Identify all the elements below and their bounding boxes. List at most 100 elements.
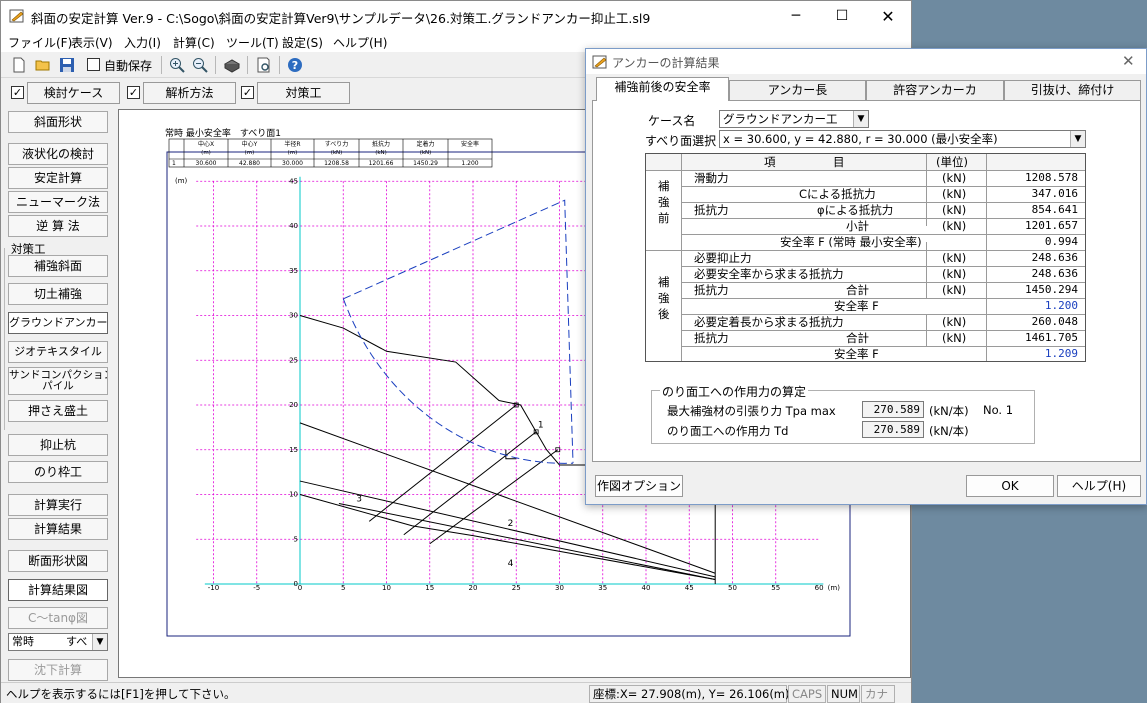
tpa-unit: (kN/本) xyxy=(929,404,969,418)
case-checkbox[interactable]: ✓ xyxy=(11,86,24,99)
case-name-select[interactable]: グラウンドアンカー工 ▼ xyxy=(719,110,869,128)
toolbar-divider xyxy=(279,56,280,74)
unit: (kN) xyxy=(942,315,967,329)
liquefaction-button[interactable]: 液状化の検討 xyxy=(8,143,108,165)
print-preview-icon[interactable] xyxy=(255,56,273,74)
counterweight-fill-button[interactable]: 押さえ盛土 xyxy=(8,400,108,422)
case-tab-button[interactable]: 検討ケース xyxy=(27,82,120,104)
run-calc-button[interactable]: 計算実行 xyxy=(8,494,108,516)
row-fs-before: 安全率 F (常時 最小安全率) xyxy=(780,235,922,249)
summary-table-header: 定着力 xyxy=(416,140,434,148)
countermeasure-tab-button[interactable]: 対策工 xyxy=(257,82,350,104)
x-tick-label: 15 xyxy=(425,584,434,592)
method-checkbox[interactable]: ✓ xyxy=(127,86,140,99)
x-tick-label: 40 xyxy=(642,584,651,592)
stability-calc-button[interactable]: 安定計算 xyxy=(8,167,108,189)
unit: (kN) xyxy=(942,187,967,201)
value-total: 1450.294 xyxy=(1025,283,1078,296)
tab-anchor-length[interactable]: アンカー長 xyxy=(729,80,866,100)
sand-compaction-pile-button[interactable]: サンドコンパクション パイル xyxy=(8,367,108,395)
menu-help[interactable]: ヘルプ(H) xyxy=(333,34,387,51)
tab-allowable-force[interactable]: 許容アンカーカ xyxy=(866,80,1004,100)
zoom-out-icon[interactable] xyxy=(191,56,209,74)
layer-label: 4 xyxy=(508,559,514,569)
chevron-down-icon: ▼ xyxy=(1070,131,1085,147)
method-tab-button[interactable]: 解析方法 xyxy=(143,82,236,104)
slope-frame-button[interactable]: のり枠工 xyxy=(8,461,108,483)
row-fs: 安全率 F xyxy=(834,299,879,313)
reinforced-slope-button[interactable]: 補強斜面 xyxy=(8,255,108,277)
dialog-titlebar[interactable]: アンカーの計算結果 ✕ xyxy=(586,49,1146,74)
close-button[interactable]: ✕ xyxy=(865,1,911,32)
x-tick-label: 25 xyxy=(512,584,521,592)
summary-table-cell: 1.200 xyxy=(461,160,478,167)
main-titlebar[interactable]: 斜面の安定計算 Ver.9 - C:\Sogo\斜面の安定計算Ver9\サンプル… xyxy=(1,1,911,32)
unit: (kN) xyxy=(942,267,967,281)
open-folder-icon[interactable] xyxy=(34,56,52,74)
y-tick-label: 25 xyxy=(289,356,298,364)
col-divider xyxy=(926,154,927,226)
ground-anchor-button[interactable]: グラウンドアンカー xyxy=(8,312,108,334)
slope-shape-button[interactable]: 斜面形状 xyxy=(8,111,108,133)
y-tick-label: 10 xyxy=(289,491,298,499)
case-name-label: ケース名 xyxy=(648,114,696,128)
menu-input[interactable]: 入力(I) xyxy=(124,34,161,51)
result-figure-button[interactable]: 計算結果図 xyxy=(8,579,108,601)
summary-table-unit: (kN) xyxy=(331,150,343,156)
minimize-button[interactable]: ─ xyxy=(773,1,819,32)
tab-pullout[interactable]: 引抜け、締付け xyxy=(1004,80,1141,100)
menu-tool[interactable]: ツール(T) xyxy=(226,34,279,51)
tpa-label: 最大補強材の引張り力 Tpa max xyxy=(667,404,836,418)
y-tick-label: 35 xyxy=(289,267,298,275)
cut-reinforce-button[interactable]: 切土補強 xyxy=(8,283,108,305)
autosave-checkbox[interactable] xyxy=(87,58,100,71)
save-icon[interactable] xyxy=(58,56,76,74)
row-resist-force: 抵抗力 xyxy=(694,283,729,297)
ok-button[interactable]: OK xyxy=(966,475,1054,497)
td-unit: (kN/本) xyxy=(929,424,969,438)
help-icon[interactable]: ? xyxy=(286,56,304,74)
status-help-text: ヘルプを表示するには[F1]を押して下さい。 xyxy=(6,687,236,701)
result-table: 項 目 (単位) 補 強 前 補 強 後 滑動力 (kN) 1208.578 C… xyxy=(645,153,1086,362)
menu-calc[interactable]: 計算(C) xyxy=(173,34,215,51)
menu-settings[interactable]: 設定(S) xyxy=(282,34,323,51)
help-button[interactable]: ヘルプ(H) xyxy=(1057,475,1141,497)
group-after-char: 補 xyxy=(658,275,670,289)
layer-label: 3 xyxy=(356,495,362,505)
newmark-button[interactable]: ニューマーク法 xyxy=(8,191,108,213)
maximize-button[interactable]: ☐ xyxy=(819,1,865,32)
new-file-icon[interactable] xyxy=(10,56,28,74)
print-icon[interactable] xyxy=(223,56,241,74)
section-figure-button[interactable]: 断面形状図 xyxy=(8,550,108,572)
toolbar-divider xyxy=(161,56,162,74)
x-tick-label: -5 xyxy=(253,584,260,592)
value-need-length: 260.048 xyxy=(1031,315,1078,328)
dialog-close-icon[interactable]: ✕ xyxy=(1122,52,1135,70)
menu-view[interactable]: 表示(V) xyxy=(71,34,113,51)
calc-result-button[interactable]: 計算結果 xyxy=(8,518,108,540)
y-axis-unit: (m) xyxy=(175,177,188,185)
y-tick-label: 40 xyxy=(289,222,298,230)
y-tick-label: 0 xyxy=(294,580,298,588)
row-total: 合計 xyxy=(846,331,869,345)
c-tanphi-figure-button[interactable]: C～tanφ図 xyxy=(8,607,108,629)
settlement-calc-button[interactable]: 沈下計算 xyxy=(8,659,108,681)
summary-table-header: すべり力 xyxy=(325,140,349,148)
unit: (kN) xyxy=(942,251,967,265)
inverse-method-button[interactable]: 逆 算 法 xyxy=(8,215,108,237)
countermeasure-checkbox[interactable]: ✓ xyxy=(241,86,254,99)
menu-file[interactable]: ファイル(F) xyxy=(8,34,72,51)
zoom-in-icon[interactable] xyxy=(168,56,186,74)
tab-safety-factor[interactable]: 補強前後の安全率 xyxy=(596,77,729,101)
case-select[interactable]: 常時 すべ ▼ xyxy=(8,633,108,651)
draw-option-button[interactable]: 作図オプション xyxy=(595,475,683,497)
x-tick-label: 30 xyxy=(555,584,564,592)
x-tick-label: 60 xyxy=(815,584,824,592)
slip-surface-select[interactable]: x = 30.600, y = 42.880, r = 30.000 (最小安全… xyxy=(719,130,1086,148)
x-axis-unit: (m) xyxy=(828,584,841,592)
summary-table-cell: 1201.66 xyxy=(369,160,394,167)
geotextile-button[interactable]: ジオテキスタイル xyxy=(8,341,108,363)
group-before-char: 補 xyxy=(658,179,670,193)
restraint-pile-button[interactable]: 抑止杭 xyxy=(8,434,108,456)
value-fs-before: 0.994 xyxy=(1044,235,1078,248)
